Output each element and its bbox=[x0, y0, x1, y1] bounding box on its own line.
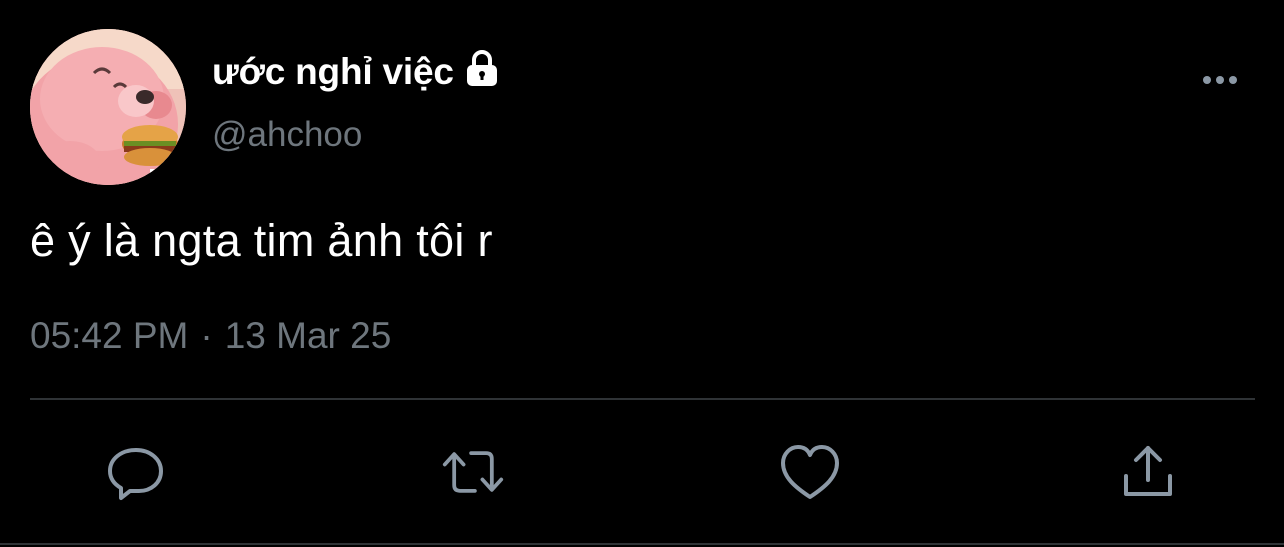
like-button[interactable] bbox=[778, 440, 842, 504]
reply-button[interactable] bbox=[104, 440, 168, 504]
bottom-divider bbox=[0, 543, 1284, 545]
share-button[interactable] bbox=[1116, 440, 1180, 504]
avatar-image bbox=[30, 29, 186, 185]
display-name[interactable]: ước nghỉ việc bbox=[212, 51, 454, 93]
user-handle[interactable]: @ahchoo bbox=[212, 115, 362, 155]
meta-separator: · bbox=[200, 315, 213, 356]
share-icon bbox=[1124, 446, 1172, 496]
tweet-detail: ước nghỉ việc @ahchoo ê ý là ngta tim ản… bbox=[0, 0, 1284, 547]
heart-icon bbox=[781, 445, 839, 499]
retweet-button[interactable] bbox=[441, 440, 505, 504]
lock-icon bbox=[460, 46, 504, 90]
tweet-text: ê ý là ngta tim ảnh tôi r bbox=[30, 215, 493, 266]
retweet-icon bbox=[442, 451, 504, 493]
avatar[interactable] bbox=[30, 29, 186, 185]
tweet-timestamp[interactable]: 05:42 PM · 13 Mar 25 bbox=[30, 315, 391, 357]
display-name-row: ước nghỉ việc bbox=[212, 48, 504, 96]
tweet-date: 13 Mar 25 bbox=[224, 315, 392, 356]
more-options-button[interactable] bbox=[1196, 60, 1244, 100]
more-horizontal-icon bbox=[1203, 76, 1237, 84]
tweet-time: 05:42 PM bbox=[30, 315, 189, 356]
divider bbox=[30, 398, 1255, 400]
reply-icon bbox=[108, 448, 163, 500]
